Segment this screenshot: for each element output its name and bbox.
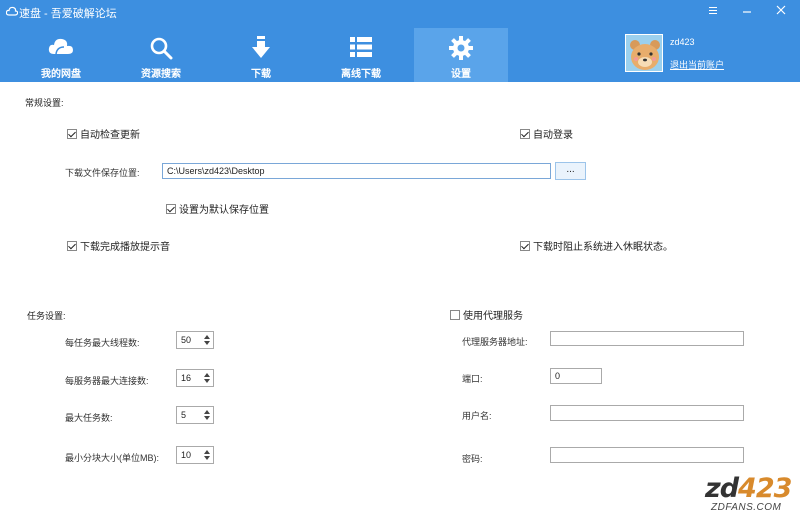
save-path-label: 下载文件保存位置: <box>65 168 140 178</box>
search-icon <box>150 37 173 60</box>
checkbox-label: 自动登录 <box>533 130 573 141</box>
proxy-username-label: 用户名: <box>462 411 492 421</box>
username: zd423 <box>670 37 695 47</box>
max-tasks-stepper[interactable]: 5 <box>176 406 214 424</box>
proxy-address-label: 代理服务器地址: <box>462 337 528 347</box>
cloud-icon <box>48 38 73 55</box>
close-icon[interactable] <box>771 4 791 20</box>
title-bar: 速盘 - 吾爱破解论坛 <box>0 0 800 26</box>
max-threads-stepper[interactable]: 50 <box>176 331 214 349</box>
use-proxy-checkbox[interactable]: 使用代理服务 <box>450 307 523 322</box>
app-header: 速盘 - 吾爱破解论坛 我的网盘 资源搜索 下载 离线下载 设置 zd423 退… <box>0 0 800 82</box>
stepper-up-icon[interactable] <box>204 450 210 454</box>
cloud-logo-icon <box>6 6 18 16</box>
nav-offline-download[interactable]: 离线下载 <box>314 28 408 82</box>
min-chunk-stepper[interactable]: 10 <box>176 446 214 464</box>
proxy-password-label: 密码: <box>462 454 483 464</box>
min-chunk-label: 最小分块大小(单位MB): <box>65 453 159 463</box>
proxy-password-input[interactable] <box>550 447 744 463</box>
list-icon <box>350 37 372 57</box>
checkbox-box[interactable] <box>450 309 460 320</box>
nav-label: 资源搜索 <box>141 69 181 80</box>
checkbox-label: 下载时阻止系统进入休眠状态。 <box>533 242 673 253</box>
checkbox-label: 设置为默认保存位置 <box>179 205 269 216</box>
nav-settings[interactable]: 设置 <box>414 28 508 82</box>
checkbox-box[interactable] <box>166 203 176 214</box>
menu-icon[interactable] <box>703 4 723 20</box>
nav-download[interactable]: 下载 <box>214 28 308 82</box>
proxy-port-label: 端口: <box>462 374 483 384</box>
checkbox-label: 自动检查更新 <box>80 130 140 141</box>
download-arrow-icon <box>252 36 270 58</box>
watermark-logo: zd423 <box>705 473 792 504</box>
stepper-value[interactable]: 50 <box>181 335 191 345</box>
checkbox-box[interactable] <box>67 240 77 251</box>
stepper-value[interactable]: 10 <box>181 450 191 460</box>
gear-icon <box>449 36 473 60</box>
window-title: 速盘 - 吾爱破解论坛 <box>19 8 117 20</box>
stepper-down-icon[interactable] <box>204 379 210 383</box>
stepper-up-icon[interactable] <box>204 410 210 414</box>
max-connections-stepper[interactable]: 16 <box>176 369 214 387</box>
checkbox-box[interactable] <box>520 128 530 139</box>
stepper-value[interactable]: 5 <box>181 410 186 420</box>
proxy-port-input[interactable]: 0 <box>550 368 602 384</box>
proxy-address-input[interactable] <box>550 331 744 346</box>
stepper-down-icon[interactable] <box>204 416 210 420</box>
nav-label: 我的网盘 <box>41 69 81 80</box>
checkbox-box[interactable] <box>520 240 530 251</box>
nav-resource-search[interactable]: 资源搜索 <box>114 28 208 82</box>
play-sound-checkbox[interactable]: 下载完成播放提示音 <box>67 238 170 253</box>
stepper-up-icon[interactable] <box>204 373 210 377</box>
nav-label: 离线下载 <box>341 69 381 80</box>
max-tasks-label: 最大任务数: <box>65 413 113 423</box>
auto-update-checkbox[interactable]: 自动检查更新 <box>67 126 140 141</box>
task-settings-title: 任务设置: <box>27 311 66 321</box>
stepper-up-icon[interactable] <box>204 335 210 339</box>
avatar[interactable] <box>625 34 663 72</box>
set-default-checkbox[interactable]: 设置为默认保存位置 <box>166 201 269 216</box>
proxy-username-input[interactable] <box>550 405 744 421</box>
stepper-down-icon[interactable] <box>204 341 210 345</box>
watermark-domain: ZDFANS.COM <box>711 502 782 513</box>
bear-avatar-icon <box>626 35 662 71</box>
stepper-value[interactable]: 16 <box>181 373 191 383</box>
auto-login-checkbox[interactable]: 自动登录 <box>520 126 573 141</box>
max-connections-label: 每服务器最大连接数: <box>65 376 149 386</box>
minimize-icon[interactable] <box>737 4 757 20</box>
general-settings-title: 常规设置: <box>25 98 64 108</box>
prevent-sleep-checkbox[interactable]: 下载时阻止系统进入休眠状态。 <box>520 238 673 253</box>
logout-link[interactable]: 退出当前账户 <box>670 58 724 71</box>
checkbox-label: 使用代理服务 <box>463 311 523 322</box>
checkbox-box[interactable] <box>67 128 77 139</box>
stepper-down-icon[interactable] <box>204 456 210 460</box>
checkbox-label: 下载完成播放提示音 <box>80 242 170 253</box>
max-threads-label: 每任务最大线程数: <box>65 338 140 348</box>
nav-label: 设置 <box>451 69 471 80</box>
save-path-input[interactable]: C:\Users\zd423\Desktop <box>162 163 551 179</box>
nav-label: 下载 <box>251 69 271 80</box>
site-watermark: zd423 ZDFANS.COM <box>705 473 800 516</box>
nav-my-disk[interactable]: 我的网盘 <box>14 28 108 82</box>
browse-button[interactable]: ... <box>555 162 586 180</box>
